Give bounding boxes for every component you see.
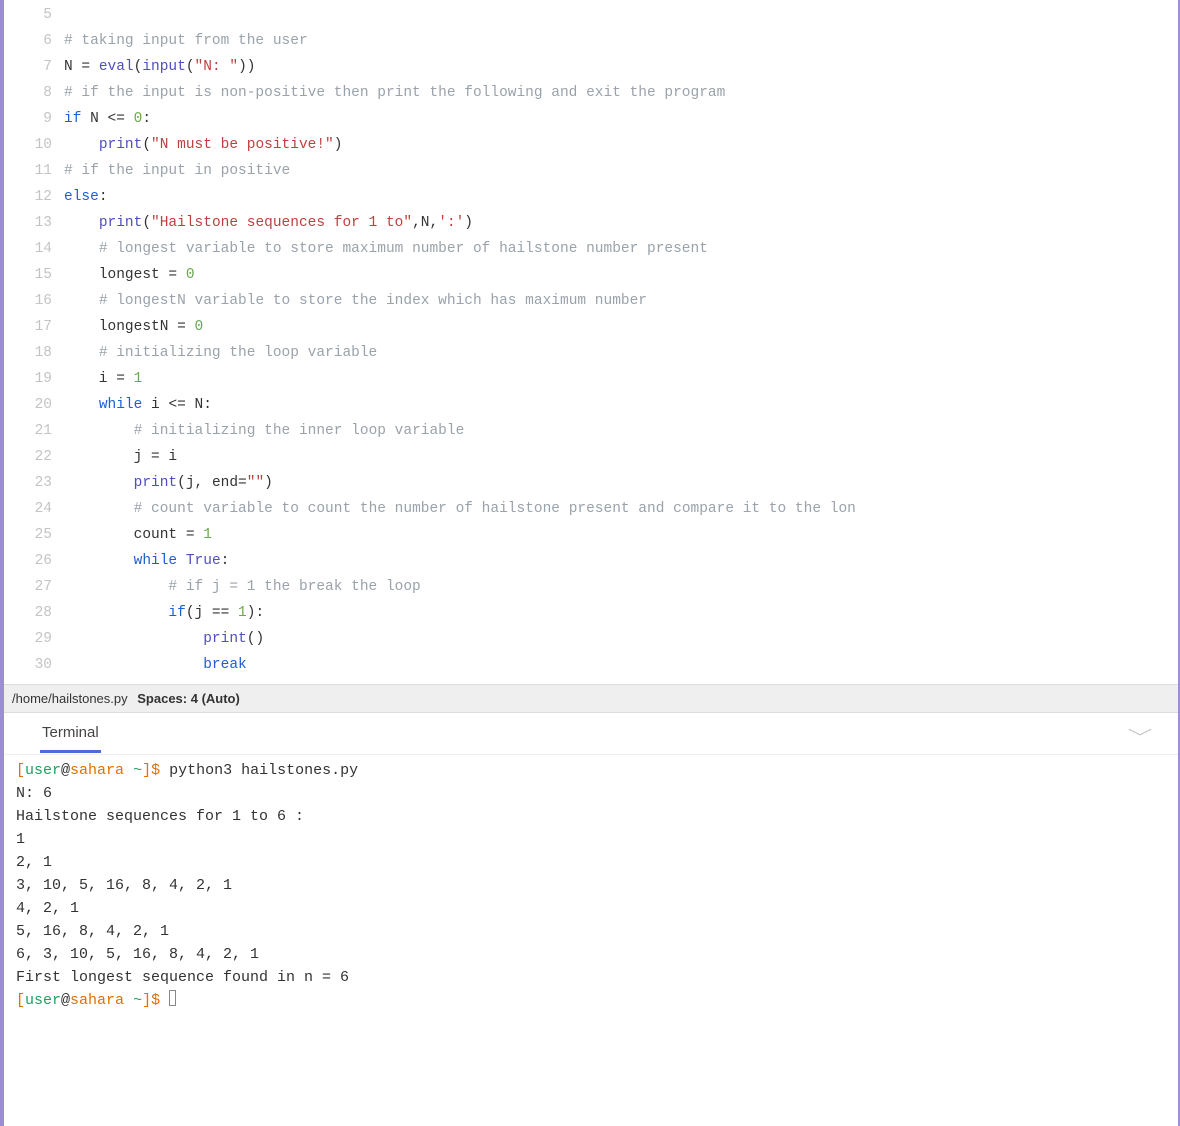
line-number: 22 [4, 444, 64, 470]
line-number: 16 [4, 288, 64, 314]
cursor [169, 990, 176, 1006]
line-number: 17 [4, 314, 64, 340]
code-content[interactable]: longestN = 0 [64, 314, 203, 340]
line-number: 15 [4, 262, 64, 288]
terminal-line: [user@sahara ~]$ [16, 989, 1166, 1012]
code-content[interactable]: # count variable to count the number of … [64, 496, 856, 522]
code-content[interactable]: # if the input is non-positive then prin… [64, 80, 725, 106]
code-content[interactable]: # if j = 1 the break the loop [64, 574, 421, 600]
line-number: 5 [4, 2, 64, 28]
code-content[interactable]: print("Hailstone sequences for 1 to",N,'… [64, 210, 473, 236]
code-line[interactable]: 5 [4, 2, 1178, 28]
code-content[interactable]: break [64, 652, 247, 678]
code-line[interactable]: 11# if the input in positive [4, 158, 1178, 184]
code-content[interactable]: i = 1 [64, 366, 142, 392]
code-line[interactable]: 21 # initializing the inner loop variabl… [4, 418, 1178, 444]
code-content[interactable]: # longest variable to store maximum numb… [64, 236, 708, 262]
file-path: /home/hailstones.py [12, 691, 128, 706]
line-number: 7 [4, 54, 64, 80]
line-number: 14 [4, 236, 64, 262]
code-content[interactable]: # initializing the inner loop variable [64, 418, 464, 444]
code-content[interactable]: while i <= N: [64, 392, 212, 418]
code-line[interactable]: 15 longest = 0 [4, 262, 1178, 288]
code-content[interactable]: N = eval(input("N: ")) [64, 54, 255, 80]
code-editor[interactable]: 56# taking input from the user7N = eval(… [4, 0, 1178, 684]
line-number: 6 [4, 28, 64, 54]
code-line[interactable]: 10 print("N must be positive!") [4, 132, 1178, 158]
status-bar: /home/hailstones.py Spaces: 4 (Auto) [4, 684, 1178, 712]
code-content[interactable]: count = 1 [64, 522, 212, 548]
line-number: 12 [4, 184, 64, 210]
line-number: 18 [4, 340, 64, 366]
line-number: 19 [4, 366, 64, 392]
terminal-line: 6, 3, 10, 5, 16, 8, 4, 2, 1 [16, 943, 1166, 966]
code-line[interactable]: 18 # initializing the loop variable [4, 340, 1178, 366]
terminal-line: First longest sequence found in n = 6 [16, 966, 1166, 989]
code-content[interactable]: print("N must be positive!") [64, 132, 342, 158]
code-line[interactable]: 25 count = 1 [4, 522, 1178, 548]
line-number: 8 [4, 80, 64, 106]
line-number: 21 [4, 418, 64, 444]
spaces-indicator[interactable]: Spaces: 4 (Auto) [137, 691, 240, 706]
code-line[interactable]: 26 while True: [4, 548, 1178, 574]
line-number: 26 [4, 548, 64, 574]
code-line[interactable]: 6# taking input from the user [4, 28, 1178, 54]
code-line[interactable]: 7N = eval(input("N: ")) [4, 54, 1178, 80]
code-line[interactable]: 14 # longest variable to store maximum n… [4, 236, 1178, 262]
code-line[interactable]: 28 if(j == 1): [4, 600, 1178, 626]
terminal-header: Terminal [4, 712, 1178, 754]
terminal-line: 1 [16, 828, 1166, 851]
code-content[interactable]: # initializing the loop variable [64, 340, 377, 366]
tab-terminal[interactable]: Terminal [40, 714, 101, 753]
code-line[interactable]: 12else: [4, 184, 1178, 210]
code-content[interactable]: if N <= 0: [64, 106, 151, 132]
code-line[interactable]: 24 # count variable to count the number … [4, 496, 1178, 522]
code-content[interactable]: j = i [64, 444, 177, 470]
code-content[interactable]: longest = 0 [64, 262, 195, 288]
code-content[interactable]: while True: [64, 548, 229, 574]
code-content[interactable]: print(j, end="") [64, 470, 273, 496]
terminal-line: 2, 1 [16, 851, 1166, 874]
code-line[interactable]: 27 # if j = 1 the break the loop [4, 574, 1178, 600]
line-number: 29 [4, 626, 64, 652]
code-line[interactable]: 30 break [4, 652, 1178, 678]
line-number: 9 [4, 106, 64, 132]
line-number: 11 [4, 158, 64, 184]
code-line[interactable]: 8# if the input is non-positive then pri… [4, 80, 1178, 106]
code-line[interactable]: 20 while i <= N: [4, 392, 1178, 418]
line-number: 28 [4, 600, 64, 626]
code-line[interactable]: 22 j = i [4, 444, 1178, 470]
line-number: 23 [4, 470, 64, 496]
line-number: 30 [4, 652, 64, 678]
code-content[interactable]: if(j == 1): [64, 600, 264, 626]
code-content[interactable]: # if the input in positive [64, 158, 290, 184]
code-line[interactable]: 13 print("Hailstone sequences for 1 to",… [4, 210, 1178, 236]
code-content[interactable]: # longestN variable to store the index w… [64, 288, 647, 314]
app-container: 56# taking input from the user7N = eval(… [0, 0, 1180, 1126]
line-number: 20 [4, 392, 64, 418]
code-content[interactable]: # taking input from the user [64, 28, 308, 54]
line-number: 13 [4, 210, 64, 236]
terminal-line: 3, 10, 5, 16, 8, 4, 2, 1 [16, 874, 1166, 897]
terminal-line: Hailstone sequences for 1 to 6 : [16, 805, 1166, 828]
line-number: 27 [4, 574, 64, 600]
code-line[interactable]: 19 i = 1 [4, 366, 1178, 392]
code-line[interactable]: 9if N <= 0: [4, 106, 1178, 132]
terminal[interactable]: [user@sahara ~]$ python3 hailstones.pyN:… [4, 754, 1178, 1030]
code-line[interactable]: 29 print() [4, 626, 1178, 652]
code-line[interactable]: 16 # longestN variable to store the inde… [4, 288, 1178, 314]
terminal-line: 5, 16, 8, 4, 2, 1 [16, 920, 1166, 943]
line-number: 25 [4, 522, 64, 548]
terminal-line: 4, 2, 1 [16, 897, 1166, 920]
line-number: 24 [4, 496, 64, 522]
terminal-line: N: 6 [16, 782, 1166, 805]
code-content[interactable]: else: [64, 184, 108, 210]
line-number: 10 [4, 132, 64, 158]
terminal-line: [user@sahara ~]$ python3 hailstones.py [16, 759, 1166, 782]
code-line[interactable]: 17 longestN = 0 [4, 314, 1178, 340]
chevron-down-icon[interactable] [1126, 726, 1154, 742]
code-line[interactable]: 23 print(j, end="") [4, 470, 1178, 496]
code-content[interactable]: print() [64, 626, 264, 652]
